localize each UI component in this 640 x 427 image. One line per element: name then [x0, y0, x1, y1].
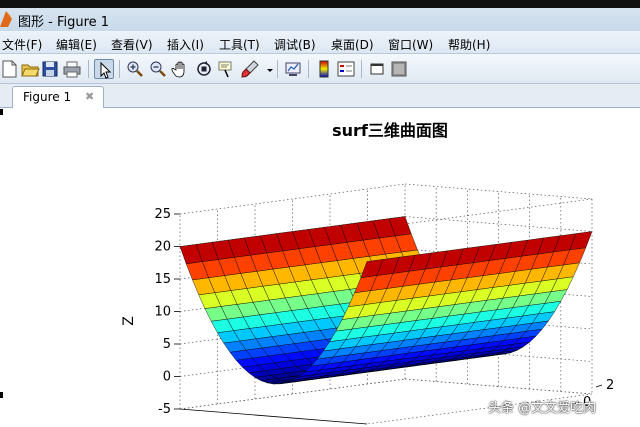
z-tick-label: 0 — [163, 370, 171, 385]
new-figure-icon[interactable] — [0, 59, 20, 79]
figure-toolbar — [0, 54, 640, 84]
menu-file[interactable]: 文件(F) — [2, 36, 42, 53]
grid-edge — [404, 183, 593, 200]
menu-tools[interactable]: 工具(T) — [219, 36, 260, 53]
chart-title: surf三维曲面图 — [332, 121, 448, 140]
print-icon[interactable] — [62, 59, 82, 79]
surf-plot[interactable]: surf三维曲面图 2520151050-5 20 Z — [0, 109, 640, 427]
menu-bar: 文件(F) 编辑(E) 查看(V) 插入(I) 工具(T) 调试(B) 桌面(D… — [0, 31, 640, 54]
figure-canvas: surf三维曲面图 25 20 15 10 5 0 -5 20 Z — [0, 109, 640, 427]
canvas-edge-mark — [0, 392, 3, 398]
surface-mesh — [179, 216, 593, 385]
show-plot-tools-icon[interactable] — [389, 59, 409, 79]
menu-edit[interactable]: 编辑(E) — [56, 36, 97, 53]
brush-icon[interactable] — [240, 59, 260, 79]
z-tick-label: 10 — [154, 305, 171, 320]
menu-help[interactable]: 帮助(H) — [448, 36, 490, 53]
x-axis-line — [179, 408, 368, 425]
matlab-app-icon — [0, 9, 12, 27]
save-icon[interactable] — [40, 59, 60, 79]
legend-icon[interactable] — [336, 59, 356, 79]
toolbar-separator — [361, 60, 362, 78]
zoom-out-icon[interactable] — [148, 59, 168, 79]
tab-close-icon[interactable]: ✖ — [85, 90, 94, 103]
tab-label: Figure 1 — [23, 90, 72, 104]
link-plot-icon[interactable] — [283, 59, 303, 79]
menu-view[interactable]: 查看(V) — [111, 36, 153, 53]
toolbar-separator — [88, 60, 89, 78]
toolbar-separator — [119, 60, 120, 78]
z-tick-label: 5 — [163, 337, 171, 352]
tab-figure-1[interactable]: Figure 1 ✖ — [12, 86, 104, 108]
figure-tabstrip: Figure 1 ✖ — [0, 84, 640, 108]
menu-insert[interactable]: 插入(I) — [167, 36, 204, 53]
pan-icon[interactable] — [171, 59, 191, 79]
pointer-icon[interactable] — [94, 59, 114, 79]
y-tick — [595, 384, 603, 388]
toolbar-separator — [277, 60, 278, 78]
colorbar-icon[interactable] — [314, 59, 334, 79]
menu-debug[interactable]: 调试(B) — [274, 36, 316, 53]
z-tick-label: 20 — [154, 240, 171, 255]
watermark: 头条 @文文爱吃肉 — [488, 401, 597, 416]
grid-line — [179, 378, 406, 410]
z-axis-label: Z — [121, 316, 137, 326]
zoom-in-icon[interactable] — [125, 59, 145, 79]
titlebar-top-strip — [0, 0, 640, 8]
canvas-edge-mark — [0, 109, 3, 115]
data-cursor-icon[interactable] — [217, 59, 237, 79]
brush-dropdown-icon[interactable] — [260, 59, 273, 79]
z-tick-label: 25 — [154, 207, 171, 222]
menu-desktop[interactable]: 桌面(D) — [331, 36, 374, 53]
window-titlebar: 图形 - Figure 1 — [0, 0, 640, 31]
toolbar-separator — [308, 60, 309, 78]
z-tick-label: -5 — [158, 402, 171, 417]
window-title: 图形 - Figure 1 — [18, 15, 110, 30]
menu-window[interactable]: 窗口(W) — [388, 36, 433, 53]
hide-plot-tools-icon[interactable] — [367, 59, 387, 79]
z-tick-label: 15 — [154, 272, 171, 287]
y-tick-label: 2 — [606, 378, 614, 393]
open-file-icon[interactable] — [20, 59, 40, 79]
rotate-3d-icon[interactable] — [194, 59, 214, 79]
